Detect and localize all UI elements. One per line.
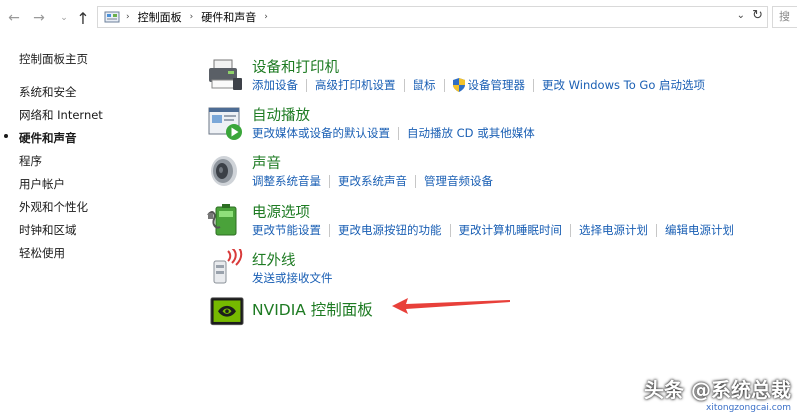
watermark-text: 头条 @系统总裁 xyxy=(644,378,791,402)
infrared-icon xyxy=(213,249,243,284)
forward-button[interactable]: → xyxy=(29,8,49,28)
refresh-icon[interactable]: ↻ xyxy=(752,8,763,23)
red-arrow-annotation xyxy=(392,298,510,314)
link-autoplay-cd[interactable]: 自动播放 CD 或其他媒体 xyxy=(407,125,535,141)
sidebar-item-home[interactable]: 控制面板主页 xyxy=(19,51,88,67)
link-separator xyxy=(656,223,657,237)
printer-icon xyxy=(209,59,242,90)
address-bar-row: ← → ⌄ ↑ › 控制面板 › 硬件和声音 › ⌄ ↻ 搜 xyxy=(0,0,797,34)
active-item-bullet xyxy=(4,134,8,138)
back-button[interactable]: ← xyxy=(4,8,24,28)
sidebar-item-network[interactable]: 网络和 Internet xyxy=(19,107,103,123)
link-change-sounds[interactable]: 更改系统声音 xyxy=(338,173,407,189)
category-title[interactable]: 设备和打印机 xyxy=(252,56,339,77)
link-add-device[interactable]: 添加设备 xyxy=(252,77,298,93)
watermark-url: xitongzongcai.com xyxy=(706,403,791,413)
address-dropdown-icon[interactable]: ⌄ xyxy=(737,10,745,21)
category-links: 更改节能设置 更改电源按钮的功能 更改计算机睡眠时间 选择电源计划 编辑电源计划 xyxy=(252,222,734,238)
battery-icon xyxy=(207,204,237,236)
autoplay-icon xyxy=(208,107,242,140)
control-panel-icon xyxy=(104,11,120,23)
link-power-saving[interactable]: 更改节能设置 xyxy=(252,222,321,238)
link-separator xyxy=(443,78,445,92)
speaker-icon xyxy=(211,156,237,186)
category-links: 更改媒体或设备的默认设置 自动播放 CD 或其他媒体 xyxy=(252,125,535,141)
link-send-receive-files[interactable]: 发送或接收文件 xyxy=(252,270,333,286)
category-links: 发送或接收文件 xyxy=(252,270,333,286)
address-box[interactable]: › 控制面板 › 硬件和声音 › ⌄ ↻ xyxy=(97,6,768,28)
nvidia-control-panel-link[interactable]: NVIDIA 控制面板 xyxy=(252,298,373,320)
link-separator xyxy=(415,174,416,188)
sidebar-item-user-accounts[interactable]: 用户帐户 xyxy=(19,176,65,192)
link-separator xyxy=(570,223,571,237)
breadcrumb-hardware-sound[interactable]: 硬件和声音 xyxy=(201,9,256,25)
link-edit-plan[interactable]: 编辑电源计划 xyxy=(665,222,734,238)
watermark: 头条 @系统总裁 xitongzongcai.com xyxy=(644,374,791,413)
link-manage-audio[interactable]: 管理音频设备 xyxy=(424,173,493,189)
link-change-media-defaults[interactable]: 更改媒体或设备的默认设置 xyxy=(252,125,390,141)
link-separator xyxy=(403,78,405,92)
sidebar-item-hardware-sound[interactable]: 硬件和声音 xyxy=(19,130,77,146)
link-separator xyxy=(329,174,330,188)
up-button[interactable]: ↑ xyxy=(73,8,93,28)
link-mouse[interactable]: 鼠标 xyxy=(413,77,436,93)
breadcrumb-separator[interactable]: › xyxy=(264,12,268,22)
category-title[interactable]: 声音 xyxy=(252,152,281,173)
breadcrumb-control-panel[interactable]: 控制面板 xyxy=(138,9,182,25)
link-windows-to-go[interactable]: 更改 Windows To Go 启动选项 xyxy=(542,77,705,93)
link-device-manager[interactable]: 设备管理器 xyxy=(468,77,526,93)
link-separator xyxy=(329,223,330,237)
link-sleep-time[interactable]: 更改计算机睡眠时间 xyxy=(459,222,563,238)
category-title[interactable]: 自动播放 xyxy=(252,104,310,125)
recent-locations-button[interactable]: ⌄ xyxy=(54,8,74,28)
link-separator xyxy=(533,78,534,92)
link-power-button[interactable]: 更改电源按钮的功能 xyxy=(338,222,442,238)
category-title[interactable]: 电源选项 xyxy=(252,201,310,222)
sidebar-item-ease-of-access[interactable]: 轻松使用 xyxy=(19,245,65,261)
link-separator xyxy=(398,126,399,140)
link-advanced-printer[interactable]: 高级打印机设置 xyxy=(315,77,396,93)
link-separator xyxy=(449,223,451,237)
link-choose-plan[interactable]: 选择电源计划 xyxy=(579,222,648,238)
breadcrumb-separator[interactable]: › xyxy=(126,12,130,22)
category-title[interactable]: 红外线 xyxy=(252,249,296,270)
search-input[interactable]: 搜 xyxy=(772,6,797,28)
category-links: 添加设备 高级打印机设置 鼠标 设备管理器 更改 Windows To Go 启… xyxy=(252,77,705,93)
category-links: 调整系统音量 更改系统声音 管理音频设备 xyxy=(252,173,493,189)
sidebar-item-programs[interactable]: 程序 xyxy=(19,153,42,169)
sidebar-item-appearance[interactable]: 外观和个性化 xyxy=(19,199,88,215)
sidebar-item-system-security[interactable]: 系统和安全 xyxy=(19,84,77,100)
uac-shield-icon xyxy=(452,78,465,92)
sidebar-item-clock-region[interactable]: 时钟和区域 xyxy=(19,222,77,238)
link-separator xyxy=(306,78,307,92)
nvidia-icon xyxy=(210,297,244,326)
breadcrumb-separator[interactable]: › xyxy=(190,12,194,22)
link-adjust-volume[interactable]: 调整系统音量 xyxy=(252,173,321,189)
